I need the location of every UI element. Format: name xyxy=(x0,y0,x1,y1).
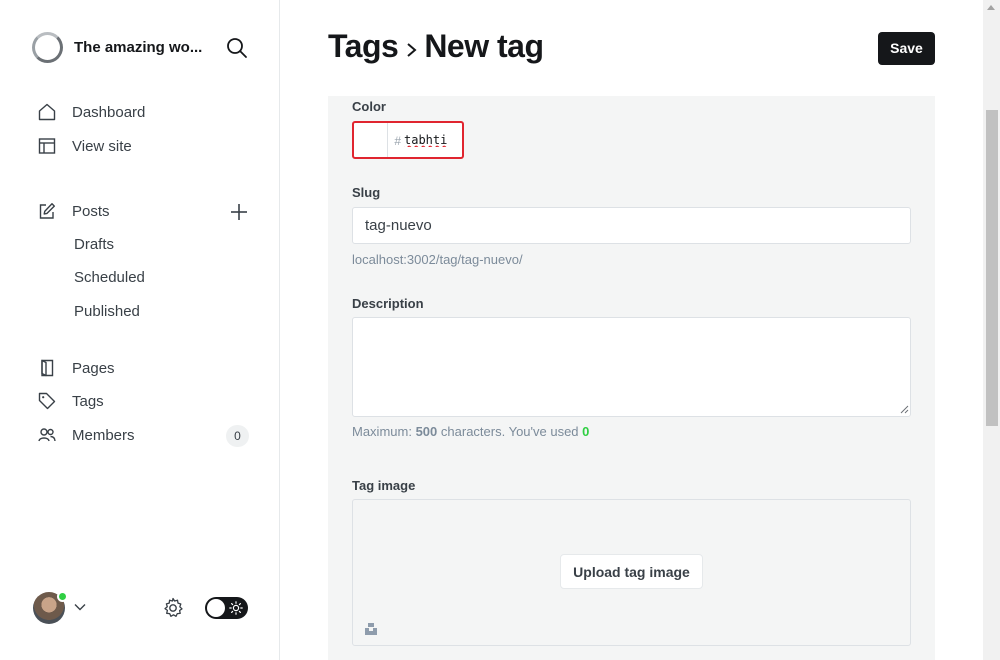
theme-toggle[interactable] xyxy=(205,597,248,619)
home-icon xyxy=(38,103,56,121)
nav-tags-label: Tags xyxy=(72,392,104,410)
page-title: New tag xyxy=(424,28,544,64)
breadcrumb-tags-link[interactable]: Tags xyxy=(328,28,399,65)
desc-hint-max: 500 xyxy=(415,424,438,439)
desc-hint-used: 0 xyxy=(582,424,590,439)
nav-dashboard-label: Dashboard xyxy=(72,103,146,121)
nav-posts-label: Posts xyxy=(72,202,110,220)
slug-input[interactable] xyxy=(352,207,911,244)
edit-icon xyxy=(38,202,56,220)
unsplash-icon[interactable] xyxy=(364,622,378,636)
nav-members[interactable]: Members xyxy=(38,423,135,447)
sidebar: The amazing wo... Dashboard View site Po… xyxy=(0,0,280,660)
color-input[interactable] xyxy=(404,131,462,149)
nav-pages-label: Pages xyxy=(72,359,115,377)
chevron-right-icon xyxy=(407,42,417,57)
color-hash-prefix: # xyxy=(394,134,401,148)
upload-tag-image-button[interactable]: Upload tag image xyxy=(560,554,703,589)
tag-icon xyxy=(38,392,56,410)
slug-url-hint: localhost:3002/tag/tag-nuevo/ xyxy=(352,252,523,267)
online-status-dot xyxy=(57,591,68,602)
brand[interactable]: The amazing wo... xyxy=(32,32,202,63)
description-textarea[interactable] xyxy=(352,317,911,417)
members-count-badge: 0 xyxy=(226,425,249,447)
resize-handle-icon[interactable] xyxy=(900,405,909,414)
gear-icon[interactable] xyxy=(162,597,184,619)
page-icon xyxy=(38,359,56,377)
color-field: # xyxy=(352,121,464,159)
nav-view-site[interactable]: View site xyxy=(38,134,132,158)
description-label: Description xyxy=(352,296,424,311)
members-icon xyxy=(38,426,56,444)
nav-dashboard[interactable]: Dashboard xyxy=(38,100,145,124)
save-button[interactable]: Save xyxy=(878,32,935,65)
scroll-up-arrow-icon[interactable] xyxy=(987,4,995,10)
description-hint: Maximum: 500 characters. You've used 0 xyxy=(352,424,589,439)
nav-view-site-label: View site xyxy=(72,137,132,155)
sun-icon xyxy=(229,601,243,615)
breadcrumb: Tags New tag xyxy=(328,28,544,65)
scrollbar-thumb[interactable] xyxy=(986,110,998,426)
nav-members-label: Members xyxy=(72,426,135,444)
layout-icon xyxy=(38,137,56,155)
color-swatch[interactable] xyxy=(354,123,389,157)
nav-pages[interactable]: Pages xyxy=(38,356,115,380)
desc-hint-mid: characters. You've used xyxy=(440,424,579,439)
nav-tags[interactable]: Tags xyxy=(38,389,104,413)
site-logo xyxy=(32,32,63,63)
desc-hint-prefix: Maximum: xyxy=(352,424,412,439)
nav-posts[interactable]: Posts xyxy=(38,199,110,223)
chevron-down-icon[interactable] xyxy=(74,603,86,611)
toggle-knob xyxy=(207,599,225,617)
slug-label: Slug xyxy=(352,185,381,200)
new-post-plus-icon[interactable] xyxy=(229,202,249,222)
search-icon[interactable] xyxy=(226,37,248,59)
site-title: The amazing wo... xyxy=(74,39,203,56)
color-label: Color xyxy=(352,99,386,114)
tag-image-label: Tag image xyxy=(352,478,416,493)
nav-published[interactable]: Published xyxy=(74,301,140,323)
nav-scheduled[interactable]: Scheduled xyxy=(74,267,145,289)
nav-drafts[interactable]: Drafts xyxy=(74,234,114,256)
